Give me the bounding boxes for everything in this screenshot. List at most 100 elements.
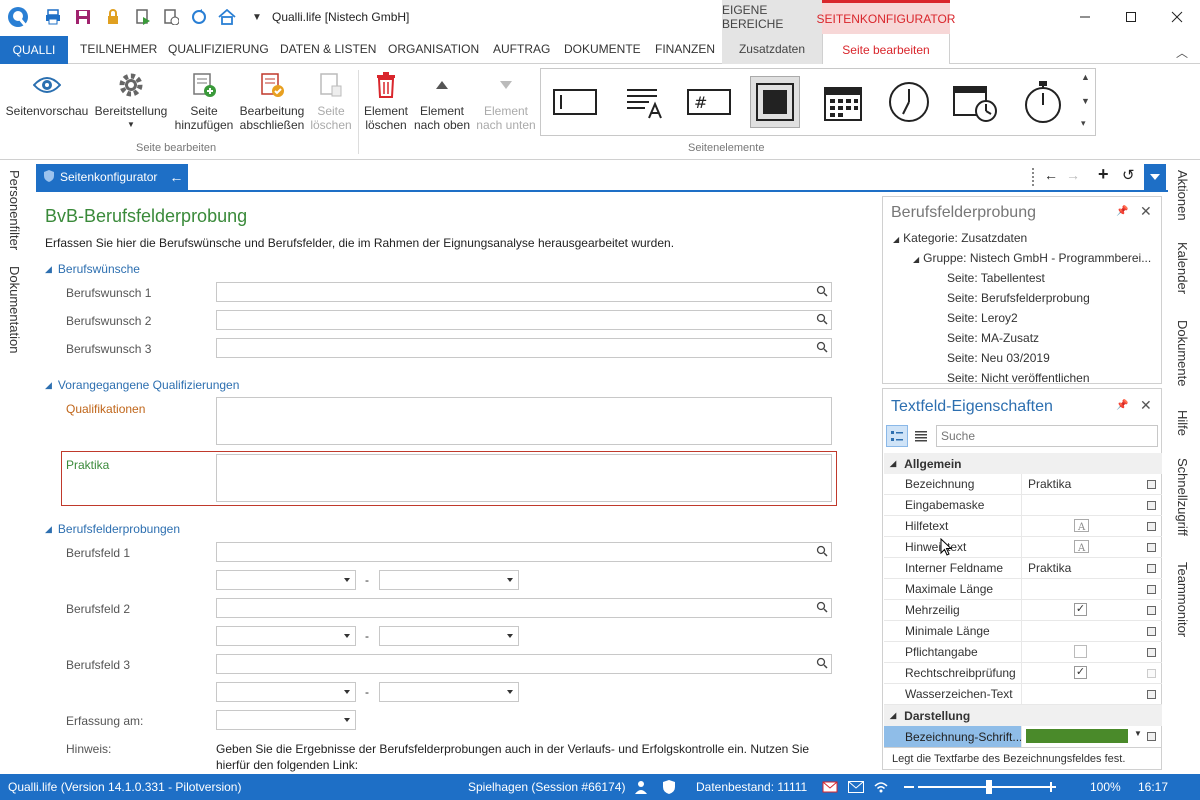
text-editor-icon[interactable]: A: [1074, 539, 1090, 557]
quick-access-dropdown-icon[interactable]: ▼: [248, 8, 266, 26]
minimize-button[interactable]: [1062, 0, 1108, 34]
search-icon[interactable]: [816, 341, 828, 356]
textarea-praktika[interactable]: [216, 454, 832, 502]
tree-page-item[interactable]: Seite: Leroy2: [947, 311, 1018, 325]
property-editor-icon[interactable]: [1147, 605, 1156, 615]
nav-back-icon[interactable]: ←: [1044, 167, 1058, 183]
reload-icon[interactable]: ↺: [1122, 166, 1135, 184]
checkbox-mehrzeilig[interactable]: ✓: [1074, 602, 1087, 616]
prop-row-bezeichnung[interactable]: Bezeichnung Praktika: [884, 473, 1162, 495]
property-search-input[interactable]: [936, 425, 1158, 447]
property-editor-icon[interactable]: [1147, 521, 1156, 531]
tree-page-item[interactable]: Seite: Berufsfelderprobung: [947, 291, 1090, 305]
pin-icon[interactable]: 📌: [1116, 400, 1128, 411]
section-berufsfelderprobungen[interactable]: ◢ Berufsfelderprobungen: [45, 522, 180, 536]
tree-page-item[interactable]: Seite: MA-Zusatz: [947, 331, 1039, 345]
report-run-icon[interactable]: [134, 8, 152, 26]
search-icon[interactable]: [816, 657, 828, 672]
checkbox-rechtschreibpruefung[interactable]: ✓: [1074, 665, 1087, 679]
property-editor-icon[interactable]: [1147, 647, 1156, 657]
property-editor-icon[interactable]: [1147, 584, 1156, 594]
input-berufswunsch-1[interactable]: [216, 282, 832, 302]
element-loeschen-button[interactable]: Element löschen: [362, 70, 410, 132]
property-editor-icon[interactable]: [1147, 479, 1156, 489]
prop-row-hilfetext[interactable]: Hilfetext A: [884, 515, 1162, 537]
section-berufswuensche[interactable]: ◢ Berufswünsche: [45, 262, 140, 276]
menu-qualli[interactable]: QUALLI: [0, 36, 68, 64]
prop-row-mehrzeilig[interactable]: Mehrzeilig ✓: [884, 599, 1162, 621]
rail-aktionen[interactable]: Aktionen: [1175, 170, 1190, 221]
gallery-more-icon[interactable]: ▾: [1081, 118, 1086, 129]
zoom-slider-thumb[interactable]: [986, 780, 992, 794]
rail-personenfilter[interactable]: Personenfilter: [7, 170, 22, 250]
menu-daten-listen[interactable]: DATEN & LISTEN: [280, 34, 376, 64]
gallery-clock-icon[interactable]: [884, 76, 934, 128]
bereitstellung-button[interactable]: Bereitstellung ▼: [92, 70, 170, 132]
search-icon[interactable]: [816, 313, 828, 328]
rail-teammonitor[interactable]: Teammonitor: [1175, 562, 1190, 637]
bearbeitung-abschliessen-button[interactable]: Bearbeitung abschließen: [238, 70, 306, 132]
close-icon[interactable]: ✕: [1140, 203, 1152, 220]
section-vorangegangene-qualifizierungen[interactable]: ◢ Vorangegangene Qualifizierungen: [45, 378, 239, 392]
report-history-icon[interactable]: [162, 8, 180, 26]
menu-qualifizierung[interactable]: QUALIFIZIERUNG: [168, 34, 269, 64]
notification-icon[interactable]: [822, 774, 838, 800]
gallery-up-icon[interactable]: ▲: [1081, 72, 1090, 82]
doc-menu-dropdown-icon[interactable]: [1144, 164, 1166, 190]
gallery-datetime-icon[interactable]: [950, 76, 1000, 128]
zoom-in-icon[interactable]: [1046, 774, 1056, 800]
property-editor-icon[interactable]: [1147, 542, 1156, 552]
property-editor-icon[interactable]: [1147, 563, 1156, 573]
alphabetical-view-icon[interactable]: [910, 425, 932, 447]
status-user[interactable]: Spielhagen (Session #66174): [468, 774, 625, 800]
tree-gruppe[interactable]: ◢ Gruppe: Nistech GmbH - Programmberei...: [913, 251, 1158, 265]
input-berufswunsch-3[interactable]: [216, 338, 832, 358]
textarea-qualifikationen[interactable]: [216, 397, 832, 445]
select-berufsfeld-2-bis[interactable]: [379, 626, 519, 646]
prop-row-wasserzeichen-text[interactable]: Wasserzeichen-Text: [884, 683, 1162, 705]
property-editor-icon[interactable]: [1147, 732, 1156, 741]
text-editor-icon[interactable]: A: [1074, 518, 1090, 536]
color-swatch[interactable]: [1026, 729, 1128, 743]
rail-schnellzugriff[interactable]: Schnellzugriff: [1175, 458, 1190, 536]
tree-expand-icon[interactable]: ◢: [913, 255, 919, 264]
property-editor-icon[interactable]: [1147, 500, 1156, 510]
prop-row-minimale-laenge[interactable]: Minimale Länge: [884, 620, 1162, 642]
tree-page-item[interactable]: Seite: Tabellentest: [947, 271, 1045, 285]
select-berufsfeld-1-von[interactable]: [216, 570, 356, 590]
nav-forward-icon[interactable]: →: [1066, 167, 1080, 183]
gallery-block-icon[interactable]: [750, 76, 800, 128]
add-icon[interactable]: +: [1098, 164, 1109, 185]
menu-auftrag[interactable]: AUFTRAG: [493, 34, 550, 64]
seite-hinzufuegen-button[interactable]: Seite hinzufügen: [172, 70, 236, 132]
select-berufsfeld-1-bis[interactable]: [379, 570, 519, 590]
prop-row-pflichtangabe[interactable]: Pflichtangabe: [884, 641, 1162, 663]
close-button[interactable]: [1154, 0, 1200, 34]
gallery-text-icon[interactable]: [618, 76, 668, 128]
rail-dokumentation[interactable]: Dokumentation: [7, 266, 22, 353]
print-icon[interactable]: [44, 8, 62, 26]
checkbox-pflichtangabe[interactable]: [1074, 644, 1087, 658]
prop-row-interner-feldname[interactable]: Interner Feldname Praktika: [884, 557, 1162, 579]
gallery-textfield-icon[interactable]: [550, 76, 600, 128]
input-berufsfeld-3[interactable]: [216, 654, 832, 674]
refresh-icon[interactable]: [190, 8, 208, 26]
select-berufsfeld-2-von[interactable]: [216, 626, 356, 646]
search-icon[interactable]: [816, 285, 828, 300]
search-icon[interactable]: [816, 601, 828, 616]
categorized-view-icon[interactable]: [886, 425, 908, 447]
rail-kalender[interactable]: Kalender: [1175, 242, 1190, 294]
tree-kategorie[interactable]: ◢ Kategorie: Zusatzdaten: [893, 231, 1027, 245]
qualli-logo-icon[interactable]: [6, 5, 30, 29]
prop-row-bezeichnung-schriftfarbe[interactable]: Bezeichnung-Schrift... ▼: [884, 726, 1162, 747]
gallery-calendar-icon[interactable]: [818, 76, 868, 128]
pin-icon[interactable]: 📌: [1116, 206, 1128, 217]
gallery-stopwatch-icon[interactable]: [1018, 76, 1068, 128]
element-nach-unten-button[interactable]: Element nach unten: [474, 70, 538, 132]
rail-hilfe[interactable]: Hilfe: [1175, 410, 1190, 436]
seitenvorschau-button[interactable]: Seitenvorschau: [4, 70, 90, 118]
wifi-icon[interactable]: [874, 774, 888, 800]
input-berufswunsch-2[interactable]: [216, 310, 832, 330]
input-berufsfeld-2[interactable]: [216, 598, 832, 618]
rail-dokumente[interactable]: Dokumente: [1175, 320, 1190, 386]
